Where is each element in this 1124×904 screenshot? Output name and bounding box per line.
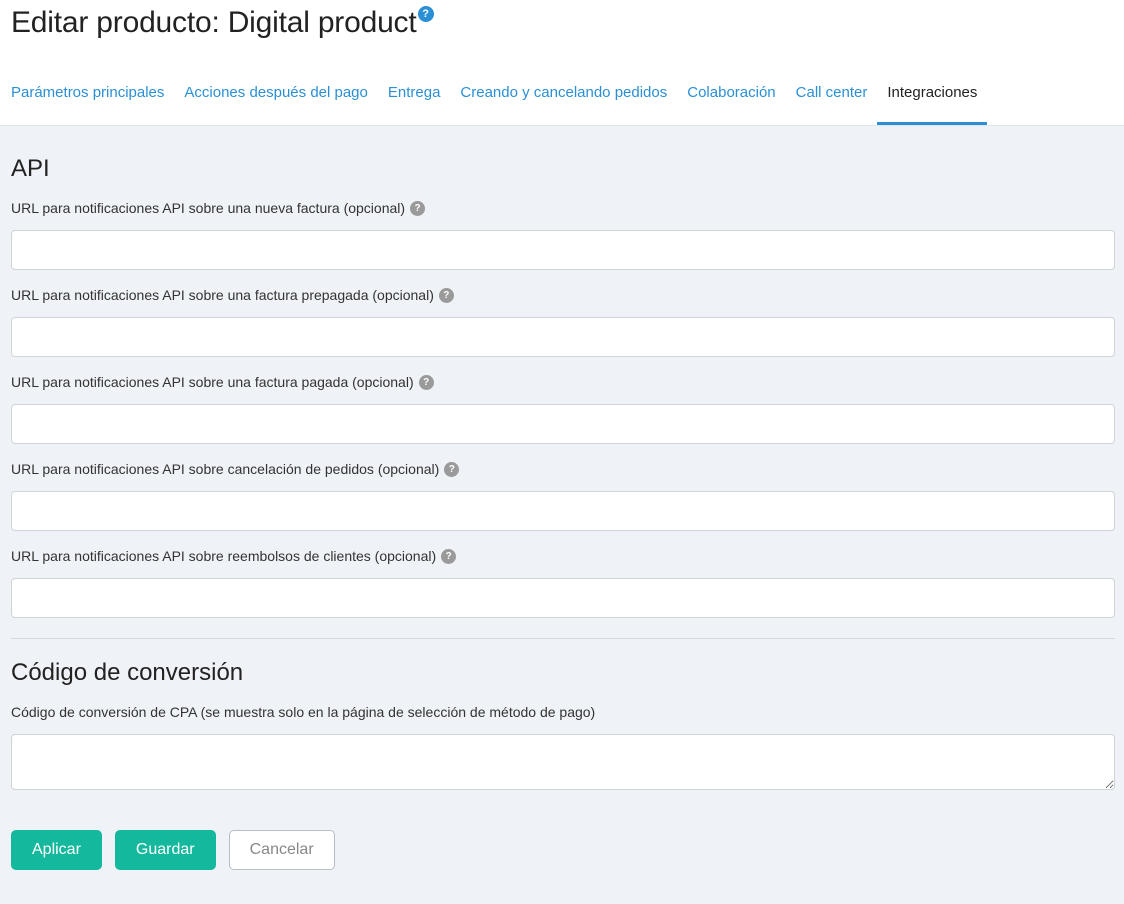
tab-bar: Parámetros principales Acciones después … (0, 72, 988, 126)
conversion-code-textarea[interactable] (11, 734, 1115, 790)
apply-button[interactable]: Aplicar (11, 830, 102, 870)
tab-integrations[interactable]: Integraciones (877, 72, 988, 126)
tab-post-payment-actions[interactable]: Acciones después del pago (174, 72, 377, 126)
field-label: URL para notificaciones API sobre una fa… (11, 285, 1115, 305)
order-cancellation-url-input[interactable] (11, 491, 1115, 531)
form-actions: Aplicar Guardar Cancelar (11, 830, 1115, 870)
new-invoice-url-input[interactable] (11, 230, 1115, 270)
prepaid-invoice-url-input[interactable] (11, 317, 1115, 357)
field-label-text: URL para notificaciones API sobre reembo… (11, 548, 437, 564)
page-title: Editar producto: Digital product? (11, 4, 434, 42)
api-section-title: API (11, 155, 50, 182)
help-icon[interactable]: ? (441, 548, 457, 564)
field-label-text: URL para notificaciones API sobre cancel… (11, 461, 440, 477)
tab-delivery[interactable]: Entrega (378, 72, 451, 126)
page-title-text: Editar producto: Digital product (11, 6, 417, 39)
field-label-text: URL para notificaciones API sobre una fa… (11, 287, 434, 303)
field-label-text: URL para notificaciones API sobre una fa… (11, 374, 414, 390)
cancel-button[interactable]: Cancelar (228, 830, 335, 870)
field-label-text: URL para notificaciones API sobre una nu… (11, 200, 406, 216)
field-label: URL para notificaciones API sobre una nu… (11, 198, 1115, 218)
help-icon[interactable]: ? (444, 461, 460, 477)
field-label: URL para notificaciones API sobre cancel… (11, 459, 1115, 479)
tab-call-center[interactable]: Call center (786, 72, 878, 126)
help-icon[interactable]: ? (418, 374, 434, 390)
help-icon[interactable]: ? (410, 200, 426, 216)
help-icon[interactable]: ? (417, 6, 434, 22)
conversion-section-title: Código de conversión (11, 659, 244, 686)
main-content: API URL para notificaciones API sobre un… (0, 154, 1124, 870)
page-header: Editar producto: Digital product? Paráme… (0, 0, 1124, 126)
refunds-url-input[interactable] (11, 578, 1115, 618)
api-field-paid-invoice: URL para notificaciones API sobre una fa… (11, 372, 1115, 444)
tab-order-creation-cancellation[interactable]: Creando y cancelando pedidos (450, 72, 677, 126)
field-label: URL para notificaciones API sobre una fa… (11, 372, 1115, 392)
help-icon[interactable]: ? (438, 287, 454, 303)
tab-main-parameters[interactable]: Parámetros principales (1, 72, 174, 126)
tab-collaboration[interactable]: Colaboración (677, 72, 785, 126)
api-field-refunds: URL para notificaciones API sobre reembo… (11, 546, 1115, 618)
api-field-order-cancellation: URL para notificaciones API sobre cancel… (11, 459, 1115, 531)
paid-invoice-url-input[interactable] (11, 404, 1115, 444)
section-divider (11, 638, 1115, 639)
api-field-new-invoice: URL para notificaciones API sobre una nu… (11, 198, 1115, 270)
conversion-code-label: Código de conversión de CPA (se muestra … (11, 704, 596, 720)
api-field-prepaid-invoice: URL para notificaciones API sobre una fa… (11, 285, 1115, 357)
field-label: URL para notificaciones API sobre reembo… (11, 546, 1115, 566)
save-button[interactable]: Guardar (114, 830, 216, 870)
